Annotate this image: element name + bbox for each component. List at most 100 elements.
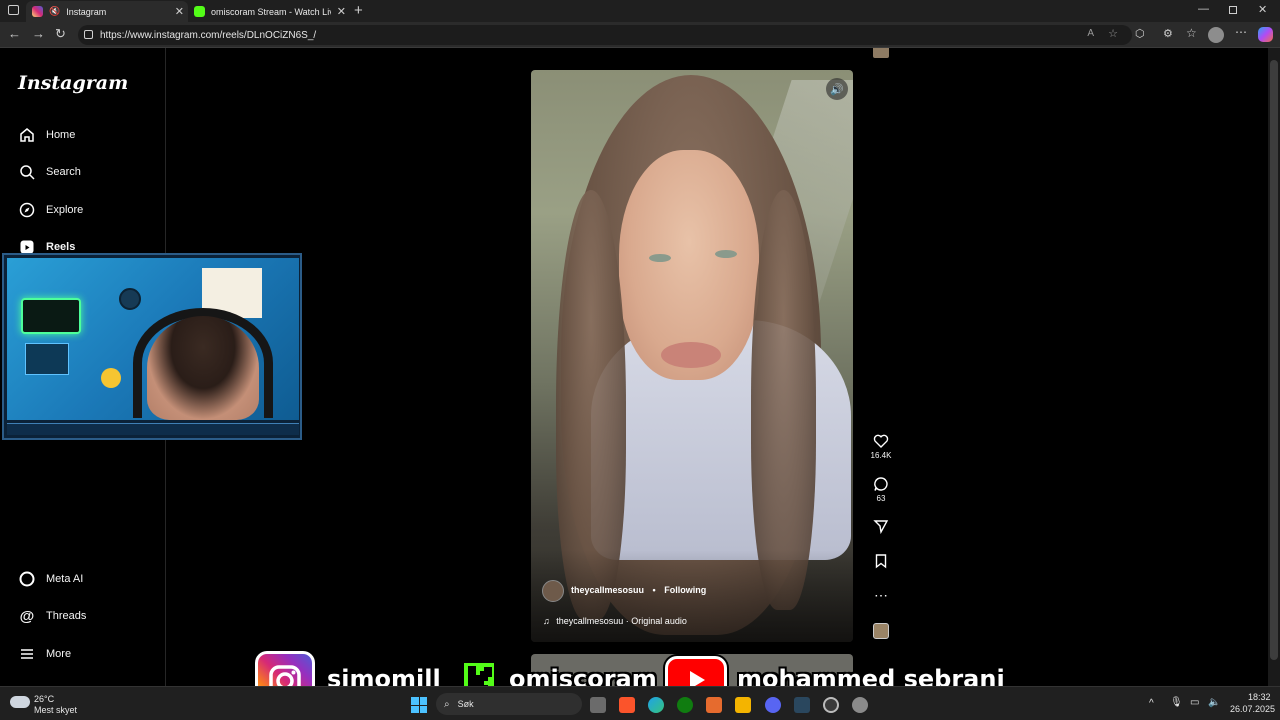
home-icon [18, 126, 36, 144]
weather-widget[interactable]: 26°C Mest skyet [10, 693, 90, 717]
comment-count: 63 [876, 494, 886, 503]
share-action[interactable] [868, 518, 894, 536]
send-icon [873, 520, 889, 534]
microphone-icon[interactable]: 🎙 [1170, 697, 1183, 708]
nav-label: More [46, 648, 72, 660]
shelf-unit [25, 343, 69, 375]
extensions-icon[interactable]: ⬡ [1135, 27, 1145, 40]
like-count: 16.4K [870, 451, 892, 460]
forward-icon[interactable]: → [32, 26, 45, 41]
search-icon: ⌕ [444, 698, 450, 710]
start-button[interactable] [411, 697, 427, 713]
webcam-overlay [2, 253, 302, 440]
author-row: theycallmesosuu • Following [571, 585, 706, 595]
brave-icon[interactable] [619, 697, 635, 713]
lips [661, 342, 721, 368]
steam-icon[interactable] [794, 697, 810, 713]
weather-temp: 26°C [34, 694, 55, 704]
mute-icon[interactable]: 🔇 [49, 6, 60, 17]
close-tab-icon[interactable]: ✕ [337, 5, 346, 18]
reel-video[interactable]: 🔊 theycallmesosuu • Following ♫ theycall… [531, 70, 853, 642]
browser-toolbar: ← → ↻ https://www.instagram.com/reels/DL… [0, 22, 1280, 48]
separator-dot: • [652, 585, 656, 595]
read-aloud-icon[interactable]: A [1087, 28, 1094, 39]
weather-desc: Mest skyet [34, 705, 78, 715]
clock-time[interactable]: 18:32 [1248, 692, 1271, 702]
smiley-decor [101, 368, 121, 388]
profile-avatar[interactable] [1208, 27, 1224, 43]
app-icon[interactable] [706, 697, 722, 713]
search-icon [18, 163, 36, 181]
minimize-button[interactable]: — [1198, 3, 1209, 15]
tray-chevron-icon[interactable]: ^ [1149, 698, 1154, 709]
url-text: https://www.instagram.com/reels/DLnOCiZN… [100, 29, 317, 41]
maximize-button[interactable] [1229, 6, 1237, 14]
tab-kick-stream[interactable]: omiscoram Stream - Watch Live o ✕ [188, 1, 350, 22]
audio-thumbnail[interactable] [873, 623, 889, 639]
close-tab-icon[interactable]: ✕ [175, 5, 184, 18]
nav-label: Home [46, 129, 76, 141]
nav-label: Explore [46, 204, 84, 216]
tab-title: Instagram [66, 6, 107, 17]
new-tab-button[interactable]: + [354, 2, 363, 19]
nav-label: Search [46, 166, 81, 178]
store-icon[interactable] [735, 697, 751, 713]
nav-label: Reels [46, 241, 76, 253]
audio-row[interactable]: ♫ theycallmesosuu · Original audio [543, 616, 833, 630]
eye-right [715, 250, 737, 258]
music-note-icon: ♫ [543, 616, 550, 626]
webcam-frame-bar [7, 423, 299, 435]
clock-date[interactable]: 26.07.2025 [1230, 704, 1275, 714]
favorites-icon[interactable]: ☆ [1186, 26, 1197, 40]
previous-reel-audio-thumb[interactable] [873, 48, 889, 58]
nav-threads[interactable]: @ Threads [18, 606, 87, 626]
threads-icon: @ [19, 607, 35, 625]
edge-icon[interactable] [648, 697, 664, 713]
tab-instagram[interactable]: 🔇 Instagram ✕ [26, 1, 188, 22]
network-icon[interactable]: ▭ [1190, 697, 1199, 708]
copilot-icon[interactable] [1258, 27, 1273, 42]
collections-icon[interactable]: ⚙ [1163, 27, 1173, 40]
more-options-action[interactable]: ⋯ [868, 587, 894, 604]
nav-home[interactable]: Home [18, 125, 75, 145]
instagram-logo[interactable]: Instagram [18, 72, 128, 94]
settings-more-icon[interactable]: ⋯ [1235, 25, 1247, 39]
nav-meta-ai[interactable]: Meta AI [18, 569, 83, 589]
volume-tray-icon[interactable]: 🔈 [1208, 697, 1220, 708]
meta-ai-icon [18, 570, 36, 588]
compass-icon [18, 201, 36, 219]
settings-icon[interactable] [852, 697, 868, 713]
close-window-button[interactable]: ✕ [1258, 3, 1267, 16]
neon-sign [21, 298, 81, 334]
webcam-feed [7, 258, 299, 420]
nav-more[interactable]: More [18, 644, 71, 664]
obs-icon[interactable] [823, 697, 839, 713]
comment-action[interactable]: 63 [868, 476, 894, 503]
tab-title: omiscoram Stream - Watch Live o [211, 6, 331, 17]
xbox-icon[interactable] [677, 697, 693, 713]
nav-explore[interactable]: Explore [18, 200, 83, 220]
back-icon[interactable]: ← [8, 26, 21, 41]
comment-icon [874, 477, 888, 491]
heart-icon [873, 434, 889, 448]
refresh-icon[interactable]: ↻ [55, 26, 66, 42]
follow-status[interactable]: Following [664, 585, 706, 595]
browser-tab-bar: 🔇 Instagram ✕ omiscoram Stream - Watch L… [0, 0, 1280, 22]
volume-icon[interactable]: 🔊 [826, 78, 848, 100]
person-hair-front-right [751, 190, 816, 610]
windows-taskbar: 26°C Mest skyet ⌕ Søk ^ 🎙 ▭ 🔈 18:32 26.0… [0, 686, 1280, 720]
search-placeholder: Søk [457, 699, 474, 709]
favorite-star-icon[interactable]: ☆ [1108, 27, 1118, 40]
taskbar-search[interactable]: ⌕ Søk [436, 693, 582, 715]
like-action[interactable]: 16.4K [868, 433, 894, 460]
author-avatar[interactable] [542, 580, 564, 602]
author-username[interactable]: theycallmesosuu [571, 585, 644, 595]
discord-icon[interactable] [765, 697, 781, 713]
task-view-icon[interactable] [590, 697, 606, 713]
window-menu-icon[interactable] [8, 5, 19, 15]
save-action[interactable] [868, 553, 894, 571]
eye-left [649, 254, 671, 262]
page-scrollbar-thumb[interactable] [1270, 60, 1278, 660]
nav-search[interactable]: Search [18, 162, 81, 182]
address-bar[interactable]: https://www.instagram.com/reels/DLnOCiZN… [78, 25, 1132, 45]
